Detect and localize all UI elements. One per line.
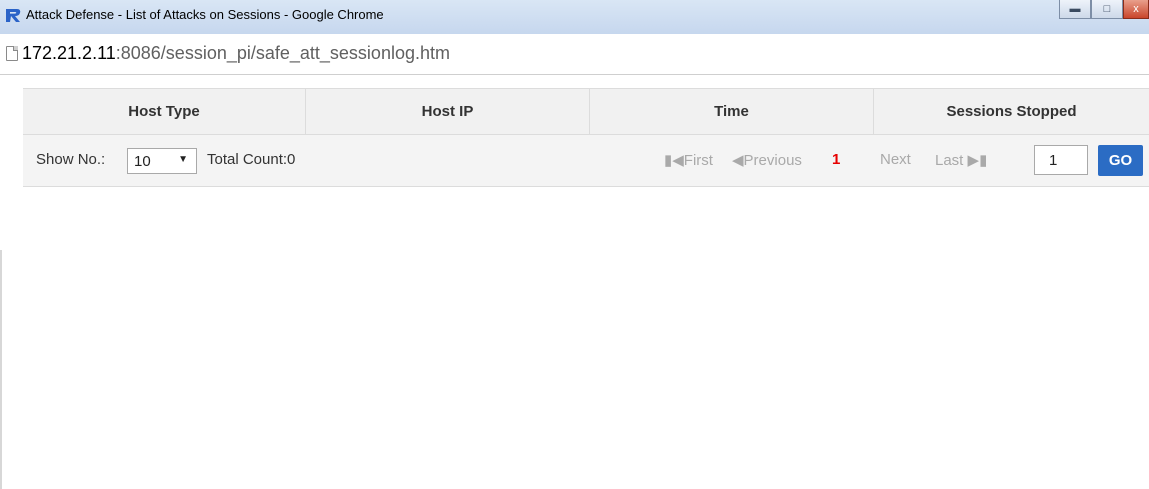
current-page: 1 [832, 151, 841, 168]
window-left-border [0, 250, 2, 489]
column-header-time[interactable]: Time [590, 89, 874, 134]
first-label: First [683, 152, 713, 169]
chevron-down-icon: ▼ [178, 154, 188, 165]
page-size-value: 10 [134, 152, 151, 170]
minimize-button[interactable]: ▬ [1059, 0, 1091, 19]
first-page-icon: ▮◀ [664, 152, 684, 169]
document-icon [6, 46, 18, 61]
previous-page-icon: ◀ [732, 152, 744, 169]
close-icon: x [1133, 3, 1139, 15]
previous-label: Previous [743, 152, 802, 169]
session-log-panel: Host Type Host IP Time Sessions Stopped … [23, 88, 1149, 187]
page-size-select[interactable]: 10 ▼ [127, 148, 197, 174]
column-header-host-type[interactable]: Host Type [23, 89, 306, 134]
last-page-icon: ▶▮ [967, 152, 988, 169]
close-button[interactable]: x [1123, 0, 1149, 19]
go-button[interactable]: GO [1098, 145, 1143, 176]
window-title-bar: Attack Defense - List of Attacks on Sess… [0, 0, 1149, 34]
column-header-sessions-stopped[interactable]: Sessions Stopped [874, 89, 1149, 134]
previous-page-link[interactable]: ◀Previous [732, 151, 802, 169]
minimize-icon: ▬ [1069, 3, 1081, 15]
maximize-icon: □ [1103, 3, 1111, 15]
column-header-host-ip[interactable]: Host IP [306, 89, 590, 134]
table-header: Host Type Host IP Time Sessions Stopped [23, 88, 1149, 135]
url-path: :8086/session_pi/safe_att_sessionlog.htm [115, 43, 450, 63]
window-controls: ▬ □ x [1059, 0, 1149, 20]
address-bar[interactable]: 172.21.2.11:8086/session_pi/safe_att_ses… [0, 34, 1149, 75]
last-page-link[interactable]: Last ▶▮ [935, 151, 987, 169]
pagination-toolbar: Show No.: 10 ▼ Total Count:0 ▮◀First ◀Pr… [23, 135, 1149, 187]
r-logo-icon [6, 9, 21, 22]
show-no-label: Show No.: [36, 151, 106, 168]
maximize-button[interactable]: □ [1091, 0, 1123, 19]
first-page-link[interactable]: ▮◀First [664, 151, 713, 169]
last-label: Last [935, 152, 964, 169]
url-text[interactable]: 172.21.2.11:8086/session_pi/safe_att_ses… [22, 43, 450, 64]
url-host: 172.21.2.11 [22, 43, 116, 63]
total-count: Total Count:0 [207, 151, 296, 168]
window-title: Attack Defense - List of Attacks on Sess… [26, 7, 384, 22]
next-page-link[interactable]: Next [880, 151, 911, 168]
page-number-input[interactable] [1034, 145, 1088, 175]
